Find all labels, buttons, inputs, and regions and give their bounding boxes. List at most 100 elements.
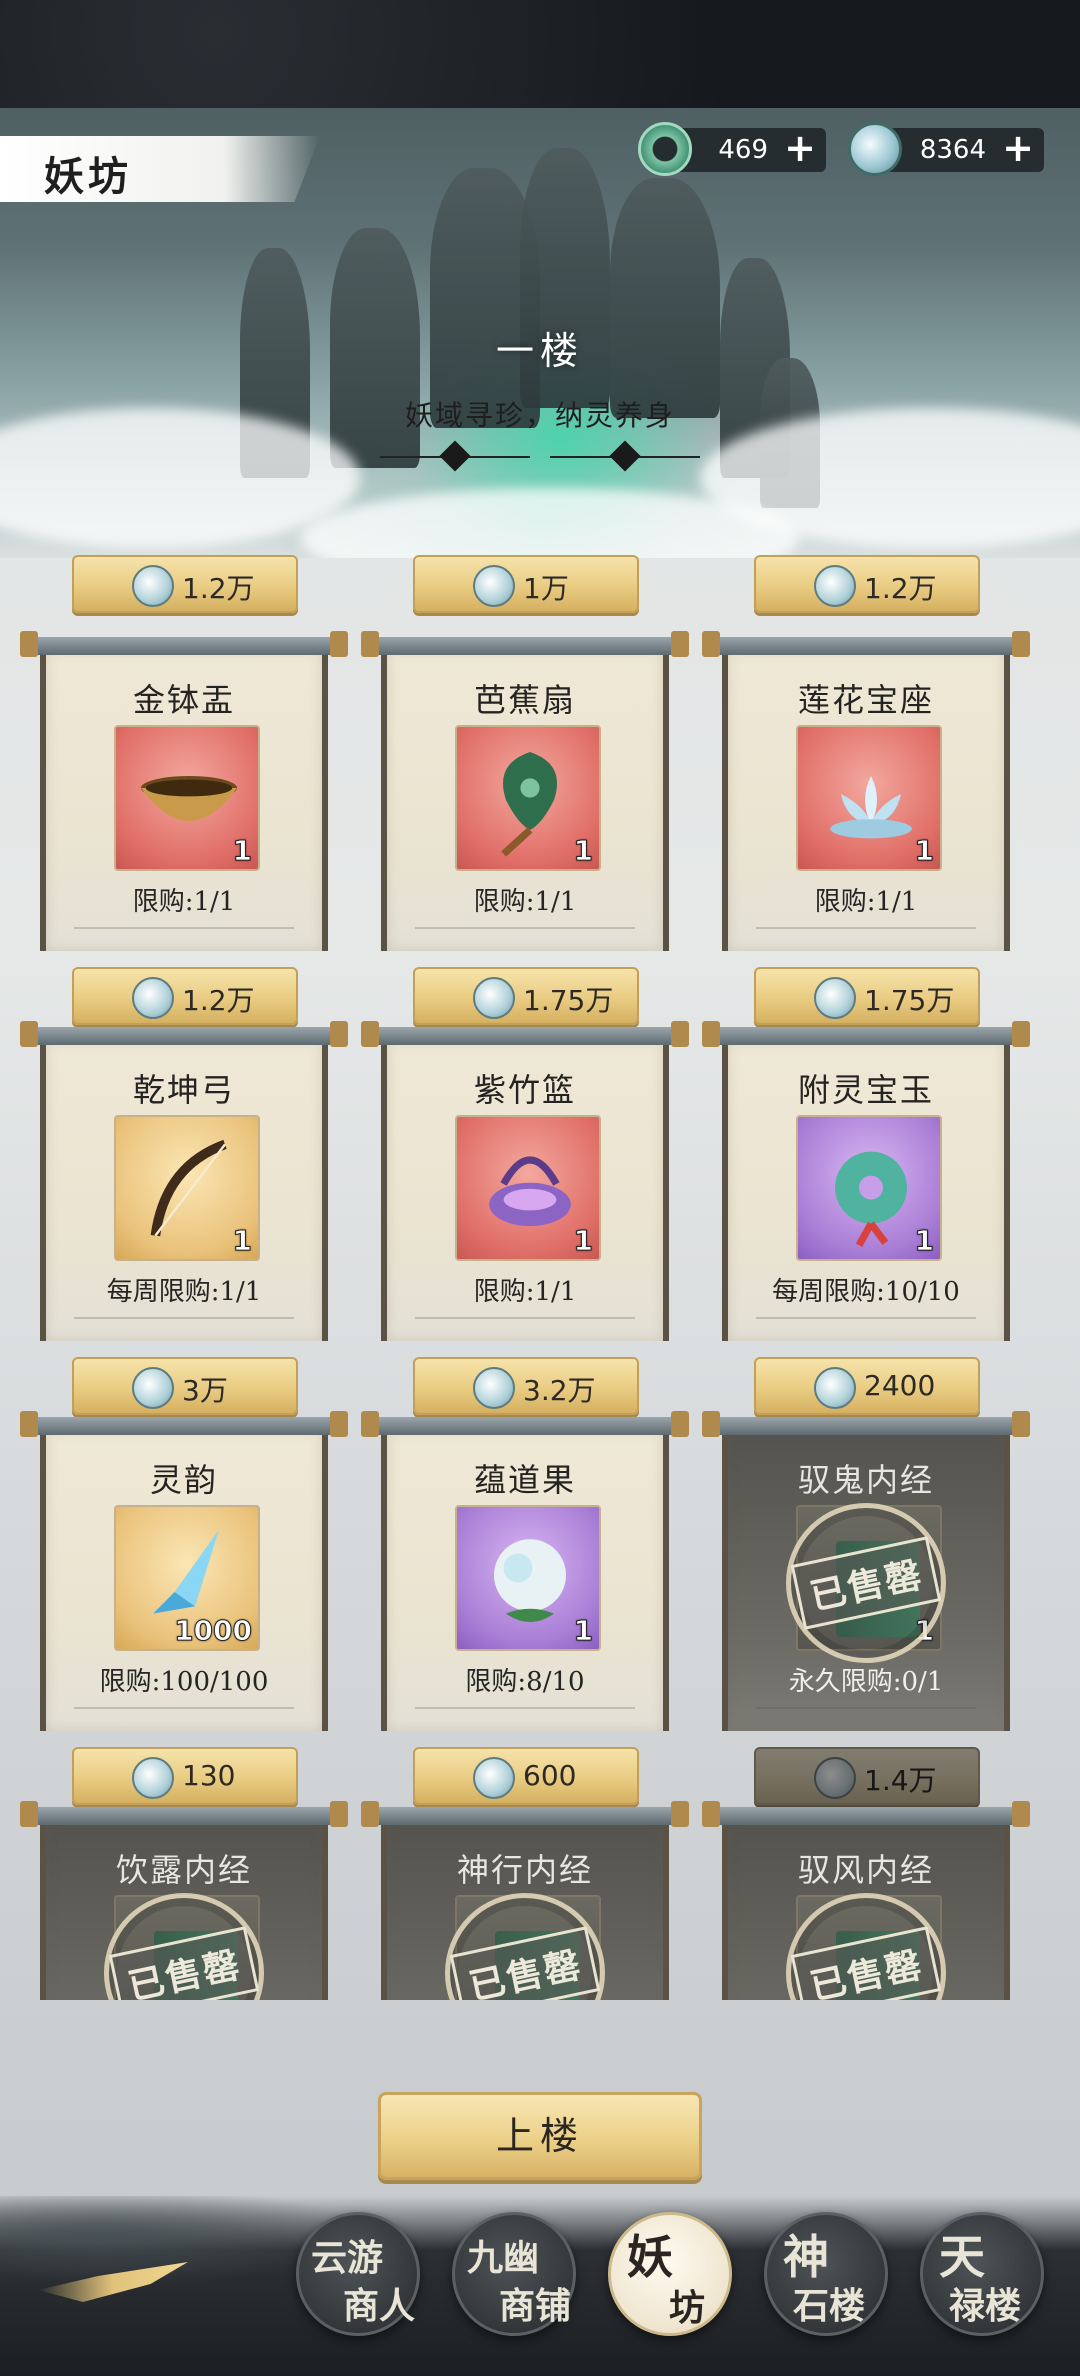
shop-item-card[interactable]: 附灵宝玉 1 每周限购:10/10 2400 (702, 1021, 1030, 1415)
price-button[interactable]: 130 (72, 1747, 298, 1805)
price-button[interactable]: 1.2万 (72, 555, 298, 613)
nav-divine-stone-tower[interactable]: 神 石楼 (764, 2212, 888, 2336)
item-price: 2400 (864, 1369, 936, 1402)
item-price: 1.2万 (182, 572, 255, 605)
item-name: 附灵宝玉 (797, 1071, 934, 1109)
nav-wandering-merchant[interactable]: 云游 商人 (296, 2212, 420, 2336)
shop-item-partial: 1.2万 (716, 555, 1016, 613)
item-price: 1万 (523, 572, 569, 605)
spirit-pearl-icon (814, 565, 856, 607)
item-name: 金钵盂 (132, 681, 235, 719)
spirit-pearl-icon (132, 1757, 174, 1799)
spirit-pearl-icon (814, 1757, 856, 1799)
shop-item-card[interactable]: 蕴道果 1 限购:8/10 600 (361, 1411, 689, 1805)
spirit-pearl-icon (473, 1367, 515, 1409)
lotus-icon (830, 776, 912, 839)
item-quantity: 1 (573, 1224, 594, 1258)
price-button[interactable]: 1.2万 (72, 967, 298, 1025)
basket-icon (489, 1156, 571, 1226)
price-button[interactable]: 1.2万 (754, 555, 980, 613)
item-price: 1.75万 (523, 984, 614, 1017)
shop-item-card[interactable]: 莲花宝座 1 限购:1/1 1.75万 (702, 631, 1030, 1025)
spirit-pearl-icon (473, 565, 515, 607)
price-button: 1.4万 (754, 1747, 980, 1805)
top-status-strip (0, 0, 1080, 108)
item-limit: 限购:1/1 (132, 887, 236, 917)
item-quantity: 1 (573, 1614, 594, 1648)
add-jade-button[interactable]: + (784, 126, 816, 170)
shop-item-card-sold-out: 饮露内经 已售罄 (20, 1801, 348, 2000)
item-quantity: 1000 (174, 1614, 253, 1648)
item-name: 神行内经 (456, 1851, 593, 1889)
price-button[interactable]: 1.75万 (413, 967, 639, 1025)
nav-netherworld-shop[interactable]: 九幽 商铺 (452, 2212, 576, 2336)
item-name: 灵韵 (149, 1461, 218, 1499)
item-quantity: 1 (573, 834, 594, 868)
item-name: 蕴道果 (473, 1461, 576, 1499)
item-icon-box: 1000 (114, 1505, 260, 1651)
sold-out-label: 已售罄 (449, 1926, 601, 2000)
item-limit: 永久限购:0/1 (788, 1667, 944, 1697)
diamond-ornament-icon (609, 440, 641, 472)
shop-item-partial: 1.2万 (34, 555, 334, 613)
bowl-icon (141, 776, 237, 821)
item-limit: 限购:1/1 (473, 887, 577, 917)
currency-pearl-value: 8364 (919, 135, 986, 165)
diamond-ornament-icon (439, 440, 471, 472)
item-name: 芭蕉扇 (473, 681, 576, 719)
currency-pearl[interactable]: 8364 + (848, 122, 1044, 176)
item-price: 1.2万 (864, 572, 937, 605)
page-title: 妖坊 (44, 153, 132, 200)
item-limit: 限购:100/100 (99, 1667, 269, 1697)
item-limit: 限购:1/1 (473, 1277, 577, 1307)
item-name: 驭鬼内经 (797, 1461, 934, 1499)
currency-jade[interactable]: 469 + (638, 122, 826, 176)
item-name: 莲花宝座 (797, 681, 934, 719)
spirit-pearl-icon (848, 122, 902, 176)
item-icon-box: 1 (796, 1115, 942, 1261)
floor-banner: 妖坊 469 + 8364 + 一楼 妖域寻珍，纳灵养身 (0, 108, 1080, 558)
item-price: 3.2万 (523, 1374, 596, 1407)
item-icon-box: 1 (455, 1505, 601, 1651)
item-quantity: 1 (232, 834, 253, 868)
spirit-pearl-icon (814, 1367, 856, 1409)
fruit-icon (494, 1539, 566, 1622)
item-name: 饮露内经 (115, 1851, 252, 1889)
page-title-tab: 妖坊 (0, 136, 320, 202)
price-button[interactable]: 600 (413, 1747, 639, 1805)
price-button[interactable]: 3万 (72, 1357, 298, 1415)
shop-item-partial: 1万 (375, 555, 675, 613)
nav-demon-workshop[interactable]: 妖 坊 (608, 2212, 732, 2336)
go-upstairs-button[interactable]: 上楼 (378, 2092, 702, 2180)
price-button[interactable]: 2400 (754, 1357, 980, 1415)
item-quantity: 1 (914, 834, 935, 868)
spirit-pearl-icon (132, 565, 174, 607)
item-price: 1.2万 (182, 984, 255, 1017)
fan-icon (501, 752, 557, 857)
price-button[interactable]: 1万 (413, 555, 639, 613)
floor-subtitle: 妖域寻珍，纳灵养身 (404, 399, 675, 432)
shop-grid: 1.2万 1万 1.2万 金钵盂 1 限购:1/1 1.2万 芭蕉扇 1 限购:… (0, 555, 1080, 2000)
item-icon-box: 1 (114, 725, 260, 871)
item-name: 驭风内经 (797, 1851, 934, 1889)
item-limit: 每周限购:10/10 (772, 1277, 960, 1307)
item-name: 紫竹篮 (473, 1071, 576, 1109)
item-price: 3万 (182, 1374, 228, 1407)
bow-icon (150, 1139, 227, 1237)
shop-item-card[interactable]: 紫竹篮 1 限购:1/1 3.2万 (361, 1021, 689, 1415)
item-limit: 限购:1/1 (814, 887, 918, 917)
shop-item-card[interactable]: 灵韵 1000 限购:100/100 130 (20, 1411, 348, 1805)
spirit-pearl-icon (132, 977, 174, 1019)
shop-item-card[interactable]: 乾坤弓 1 每周限购:1/1 3万 (20, 1021, 348, 1415)
add-pearl-button[interactable]: + (1002, 126, 1034, 170)
sold-out-label: 已售罄 (790, 1926, 942, 2000)
nav-heaven-fortune-tower[interactable]: 天 禄楼 (920, 2212, 1044, 2336)
spirit-pearl-icon (473, 977, 515, 1019)
price-button[interactable]: 1.75万 (754, 967, 980, 1025)
item-limit: 限购:8/10 (465, 1667, 585, 1697)
sold-out-label: 已售罄 (108, 1926, 260, 2000)
currency-jade-value: 469 (718, 135, 768, 165)
shop-item-card[interactable]: 金钵盂 1 限购:1/1 1.2万 (20, 631, 348, 1025)
price-button[interactable]: 3.2万 (413, 1357, 639, 1415)
shop-item-card[interactable]: 芭蕉扇 1 限购:1/1 1.75万 (361, 631, 689, 1025)
